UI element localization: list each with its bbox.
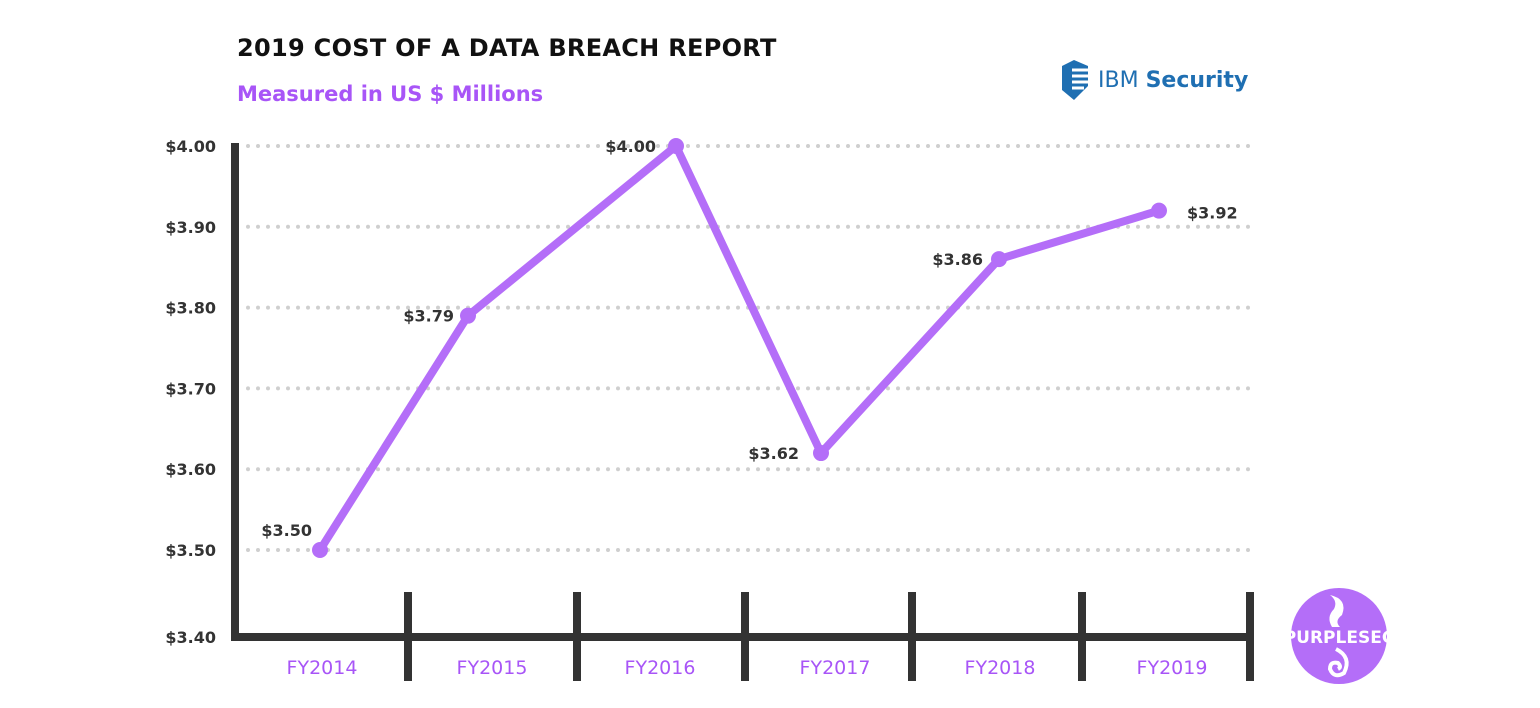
y-tick-label: $4.00: [165, 137, 216, 156]
data-point: [460, 307, 476, 324]
y-tick-label: $3.90: [165, 218, 216, 237]
y-tick-label: $3.80: [165, 299, 216, 318]
infographic: 2019 COST OF A DATA BREACH REPORT Measur…: [0, 0, 1540, 708]
data-label: $3.62: [748, 444, 799, 463]
data-point: [1151, 202, 1167, 219]
data-point: [991, 251, 1007, 268]
x-tick-label: FY2017: [800, 657, 871, 679]
y-tick-label: $3.60: [165, 460, 216, 479]
y-tick-label: $3.70: [165, 379, 216, 398]
x-tick-label: FY2018: [965, 657, 1036, 679]
x-tick-label: FY2019: [1137, 657, 1208, 679]
y-tick-label: $3.50: [165, 541, 216, 560]
data-label: $3.79: [403, 307, 454, 326]
data-point: [668, 138, 684, 154]
x-tick-label: FY2016: [625, 657, 696, 679]
x-tick-label: FY2014: [287, 657, 358, 679]
data-label: $3.86: [932, 250, 983, 269]
data-label: $3.50: [261, 521, 312, 540]
purplesec-logo: PURPLESEC: [1290, 588, 1388, 684]
y-tick-label: $3.40: [165, 628, 216, 647]
data-point: [312, 542, 328, 558]
data-point: [813, 445, 829, 462]
series-line: [316, 142, 1161, 553]
x-tick-label: FY2015: [457, 657, 528, 679]
data-label: $4.00: [605, 137, 656, 156]
purplesec-text: PURPLESEC: [1290, 628, 1388, 648]
data-label: $3.92: [1187, 204, 1238, 223]
